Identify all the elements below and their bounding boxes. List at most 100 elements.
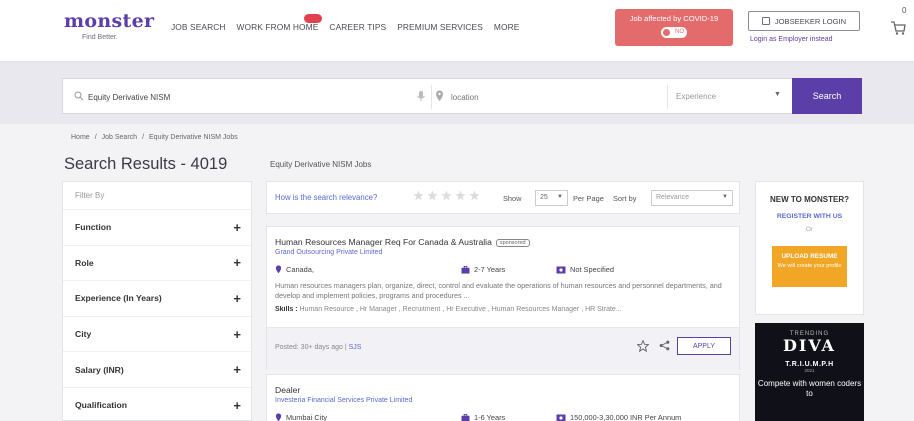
ad-brand: DIVA — [783, 336, 836, 355]
results-toolbar: How is the search relevance? Show 25 ▼ Pe… — [266, 181, 740, 214]
chevron-down-icon: ▼ — [774, 91, 781, 98]
jobseeker-login-button[interactable]: JOBSEEKER LOGIN — [748, 11, 860, 31]
covid-toggle-switch[interactable]: NO — [661, 27, 687, 38]
keyword-input[interactable] — [88, 88, 418, 106]
filter-function[interactable]: Function + — [63, 210, 251, 246]
job-experience-text: 1-6 Years — [474, 413, 506, 421]
job-salary-text: 150,000-3,30,000 INR Per Annum — [570, 413, 682, 421]
posted-date: Posted: 30+ days ago | SJS — [275, 344, 361, 351]
skills-text: Human Resource , Hr Manager , Recruitmen… — [299, 306, 622, 313]
relevance-rating — [413, 190, 480, 201]
posted-tag: SJS — [348, 344, 362, 351]
page-title: Search Results - 4019 — [64, 155, 228, 173]
share-icon[interactable] — [659, 340, 670, 351]
diva-ad-banner[interactable]: TRENDING DIVA T.R.I.U.M.P.H 2021 Compete… — [755, 323, 864, 421]
sort-value: Relevance — [656, 194, 690, 201]
jobseeker-login-label: JOBSEEKER LOGIN — [774, 16, 847, 26]
relevance-question: How is the search relevance? — [275, 193, 378, 202]
covid-toggle-panel: Job affected by COVID-19 NO — [615, 9, 733, 46]
location-pin-icon — [436, 90, 443, 101]
promo-or: Or — [805, 226, 814, 233]
nav-premium-services[interactable]: PREMIUM SERVICES — [397, 22, 483, 32]
filter-role[interactable]: Role + — [63, 246, 251, 282]
star-icon[interactable] — [427, 190, 438, 201]
filter-label: Salary (INR) — [75, 364, 124, 375]
plus-icon: + — [233, 255, 241, 271]
save-star-icon[interactable] — [637, 340, 649, 352]
cart-icon[interactable] — [890, 20, 906, 36]
job-title-link[interactable]: Dealer — [275, 385, 300, 395]
filter-label: Experience (In Years) — [75, 293, 162, 304]
monster-logo[interactable]: monster Find Better. — [64, 10, 155, 41]
microphone-icon[interactable] — [416, 90, 426, 102]
breadcrumb-job-search[interactable]: Job Search — [102, 134, 137, 141]
main-nav: JOB SEARCH WORK FROM HOME CAREER TIPS PR… — [171, 14, 520, 32]
job-salary-text: Not Specified — [570, 265, 614, 274]
filter-label: Qualification — [75, 400, 128, 411]
site-header: monster Find Better. JOB SEARCH WORK FRO… — [0, 0, 914, 62]
nav-work-from-home[interactable]: WORK FROM HOME — [237, 14, 323, 32]
briefcase-icon — [461, 265, 470, 274]
filter-salary[interactable]: Salary (INR) + — [63, 352, 251, 388]
job-card-footer: Posted: 30+ days ago | SJS APPLY — [267, 327, 739, 370]
sponsored-badge: sponsored — [495, 238, 530, 247]
job-location-text: Canada, — [286, 265, 314, 274]
search-button[interactable]: Search — [792, 78, 862, 114]
covid-label: Job affected by COVID-19 — [629, 14, 719, 23]
breadcrumb-current: Equity Derivative NISM Jobs — [149, 134, 238, 141]
employer-login-link[interactable]: Login as Employer instead — [750, 36, 833, 43]
breadcrumb-separator: / — [142, 134, 145, 141]
breadcrumb-separator: / — [94, 134, 97, 141]
experience-select[interactable]: Experience — [676, 92, 716, 101]
skills-label: Skills : — [275, 306, 298, 313]
job-location-text: Mumbai City — [286, 413, 328, 421]
upload-resume-subtitle: We will create your profile — [777, 263, 842, 269]
filter-label: Role — [75, 257, 94, 268]
plus-icon: + — [233, 290, 241, 306]
breadcrumb-home[interactable]: Home — [71, 134, 90, 141]
nav-more[interactable]: MORE — [494, 22, 520, 32]
chevron-down-icon: ▼ — [722, 194, 728, 200]
filter-label: Function — [75, 222, 112, 233]
plus-icon: + — [233, 326, 241, 342]
location-pin-icon — [275, 413, 282, 421]
job-salary: 150,000-3,30,000 INR Per Annum — [556, 413, 681, 421]
new-badge-icon — [304, 14, 323, 23]
company-link[interactable]: Grand Outsourcing Private Limited — [275, 249, 382, 256]
upload-resume-button[interactable]: UPLOAD RESUME We will create your profil… — [772, 246, 847, 287]
filter-panel: Filter By Function + Role + Experience (In… — [62, 181, 252, 421]
job-title-link[interactable]: Human Resources Manager Req For Canada &… — [275, 237, 530, 247]
filter-experience[interactable]: Experience (In Years) + — [63, 281, 251, 317]
star-icon[interactable] — [441, 190, 452, 201]
upload-resume-title: UPLOAD RESUME — [781, 253, 838, 260]
page-size-select[interactable]: 25 ▼ — [535, 190, 568, 206]
filter-qualification[interactable]: Qualification + — [63, 388, 251, 421]
location-input[interactable] — [451, 88, 661, 106]
page-size-value: 25 — [540, 194, 548, 201]
ad-year: 2021 — [804, 368, 815, 373]
cart-count: 0 — [902, 6, 907, 15]
location-pin-icon — [275, 265, 282, 274]
apply-button[interactable]: APPLY — [677, 337, 731, 355]
logo-tagline: Find Better. — [82, 34, 118, 41]
nav-job-search[interactable]: JOB SEARCH — [171, 22, 226, 32]
job-salary: Not Specified — [556, 265, 614, 274]
filter-city[interactable]: City + — [63, 317, 251, 353]
register-link[interactable]: REGISTER WITH US — [756, 213, 863, 220]
logo-wordmark: monster — [64, 10, 155, 32]
new-to-monster-panel: NEW TO MONSTER? REGISTER WITH US Or UPLO… — [755, 181, 864, 315]
star-icon[interactable] — [469, 190, 480, 201]
job-card[interactable]: Dealer Investeria Financial Services Pri… — [266, 374, 740, 421]
filter-label: City — [75, 329, 92, 340]
job-card[interactable]: Human Resources Manager Req For Canada &… — [266, 226, 740, 370]
job-location: Canada, — [275, 265, 314, 274]
sort-label: Sort by — [613, 194, 637, 203]
ad-tagline: Compete with women coders to — [757, 379, 862, 398]
star-icon[interactable] — [455, 190, 466, 201]
job-skills: Skills : Human Resource , Hr Manager , R… — [275, 306, 737, 313]
job-location: Mumbai City — [275, 413, 327, 421]
star-icon[interactable] — [413, 190, 424, 201]
nav-career-tips[interactable]: CAREER TIPS — [329, 22, 386, 32]
sort-select[interactable]: Relevance ▼ — [651, 190, 733, 206]
company-link[interactable]: Investeria Financial Services Private Li… — [275, 397, 412, 404]
